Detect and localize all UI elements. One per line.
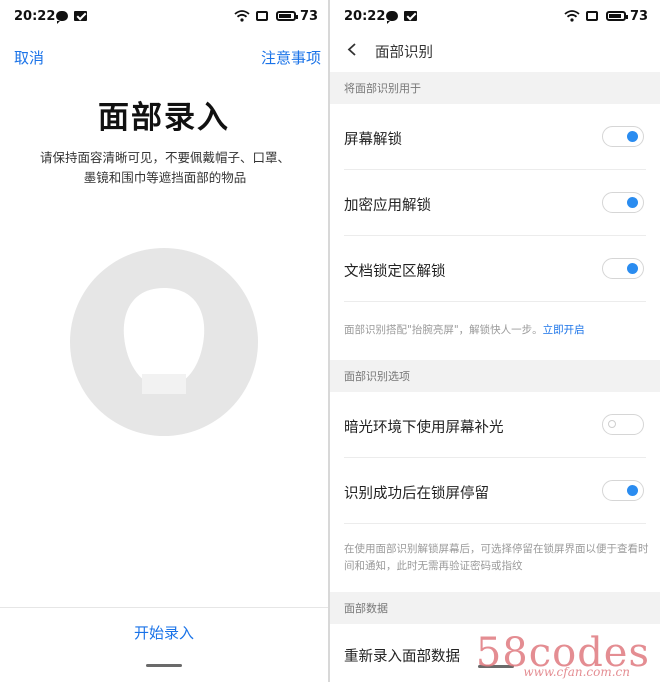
status-bar: 20:22 73 — [0, 0, 328, 34]
battery-icon — [606, 11, 628, 21]
chat-notification-icon — [386, 11, 398, 24]
setting-row-app-unlock[interactable]: 加密应用解锁 — [330, 170, 660, 236]
row-divider — [344, 523, 646, 524]
setting-row-low-light-fill[interactable]: 暗光环境下使用屏幕补光 — [330, 392, 660, 458]
cancel-button[interactable]: 取消 — [14, 47, 44, 68]
status-bar: 20:22 73 — [330, 0, 660, 34]
setting-row-document-unlock[interactable]: 文档锁定区解锁 — [330, 236, 660, 302]
page-title: 面部录入 — [98, 100, 230, 136]
raise-to-wake-hint: 面部识别搭配"抬腕亮屏"，解锁快人一步。立即开启 — [344, 322, 649, 339]
setting-label: 文档锁定区解锁 — [344, 264, 446, 280]
face-enroll-screen: 20:22 73 取消 注意事项 面部录入 请保持面容清晰可见，不要佩戴帽子、口… — [0, 0, 328, 682]
battery-level: 73 — [300, 9, 319, 24]
face-recognition-settings-screen: 20:22 73 面部识别 将面部识别用于 屏幕解锁 加密应用解锁 文档锁定区解… — [330, 0, 660, 682]
chat-notification-icon — [56, 11, 68, 24]
wifi-icon — [234, 10, 250, 22]
toggle-knob — [608, 420, 616, 428]
stay-on-lockscreen-toggle[interactable] — [602, 480, 644, 501]
toggle-knob — [627, 131, 638, 142]
enable-now-link[interactable]: 立即开启 — [543, 324, 585, 336]
hint-text: 面部识别搭配"抬腕亮屏"，解锁快人一步。 — [344, 324, 543, 336]
battery-level: 73 — [630, 9, 649, 24]
section-header-options: 面部识别选项 — [330, 360, 660, 392]
app-unlock-toggle[interactable] — [602, 192, 644, 213]
enroll-description: 请保持面容清晰可见，不要佩戴帽子、口罩、墨镜和围巾等遮挡面部的物品 — [40, 150, 291, 185]
setting-row-stay-on-lockscreen[interactable]: 识别成功后在锁屏停留 — [330, 458, 660, 524]
back-arrow-icon[interactable] — [346, 43, 359, 56]
face-outline-icon — [70, 248, 258, 436]
section-header-use: 将面部识别用于 — [330, 72, 660, 104]
section-header-face-data: 面部数据 — [330, 592, 660, 624]
document-unlock-toggle[interactable] — [602, 258, 644, 279]
mail-notification-icon — [404, 11, 417, 21]
screen-unlock-toggle[interactable] — [602, 126, 644, 147]
low-light-fill-toggle[interactable] — [602, 414, 644, 435]
home-indicator[interactable] — [146, 664, 182, 667]
screen-cast-icon — [256, 11, 268, 21]
battery-icon — [276, 11, 298, 21]
toggle-knob — [627, 485, 638, 496]
setting-label: 暗光环境下使用屏幕补光 — [344, 420, 504, 436]
status-time: 20:22 — [14, 9, 56, 24]
start-enroll-button[interactable]: 开始录入 — [0, 622, 328, 643]
screen-cast-icon — [586, 11, 598, 21]
setting-label: 识别成功后在锁屏停留 — [344, 486, 489, 502]
toggle-knob — [627, 197, 638, 208]
row-divider — [344, 301, 646, 302]
mail-notification-icon — [74, 11, 87, 21]
nav-bar: 面部识别 — [330, 34, 660, 72]
lockscreen-stay-hint: 在使用面部识别解锁屏幕后，可选择停留在锁屏界面以便于查看时间和通知，此时无需再验… — [344, 543, 649, 572]
toggle-knob — [627, 263, 638, 274]
watermark-url: www.cfan.com.cn — [523, 665, 630, 679]
page-title: 面部识别 — [375, 45, 433, 61]
wifi-icon — [564, 10, 580, 22]
setting-row-screen-unlock[interactable]: 屏幕解锁 — [330, 104, 660, 170]
setting-label: 加密应用解锁 — [344, 198, 431, 214]
re-enroll-face-data-item[interactable]: 重新录入面部数据 — [344, 645, 460, 666]
setting-label: 屏幕解锁 — [344, 132, 402, 148]
notice-button[interactable]: 注意事项 — [261, 47, 321, 68]
status-time: 20:22 — [344, 9, 386, 24]
